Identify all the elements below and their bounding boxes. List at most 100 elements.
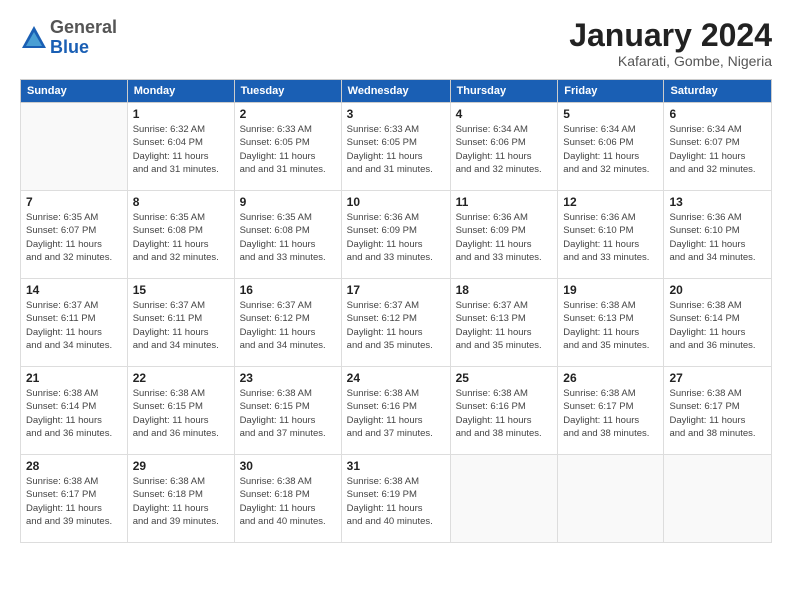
day-number: 30 (240, 459, 336, 473)
daylight-line2: and and 38 minutes. (563, 427, 658, 440)
sunrise: Sunrise: 6:38 AM (563, 387, 658, 400)
calendar-day-cell: 3Sunrise: 6:33 AMSunset: 6:05 PMDaylight… (341, 103, 450, 191)
sunrise: Sunrise: 6:38 AM (563, 299, 658, 312)
logo-line1: General (50, 18, 117, 38)
day-info: Sunrise: 6:36 AMSunset: 6:09 PMDaylight:… (347, 211, 445, 264)
calendar-day-cell: 6Sunrise: 6:34 AMSunset: 6:07 PMDaylight… (664, 103, 772, 191)
daylight-line1: Daylight: 11 hours (563, 326, 658, 339)
daylight-line2: and and 32 minutes. (26, 251, 122, 264)
sunrise: Sunrise: 6:36 AM (669, 211, 766, 224)
day-info: Sunrise: 6:37 AMSunset: 6:11 PMDaylight:… (133, 299, 229, 352)
day-info: Sunrise: 6:38 AMSunset: 6:17 PMDaylight:… (669, 387, 766, 440)
day-number: 5 (563, 107, 658, 121)
calendar-day-cell: 7Sunrise: 6:35 AMSunset: 6:07 PMDaylight… (21, 191, 128, 279)
calendar-day-cell (450, 455, 558, 543)
calendar-day-cell: 8Sunrise: 6:35 AMSunset: 6:08 PMDaylight… (127, 191, 234, 279)
daylight-line1: Daylight: 11 hours (133, 326, 229, 339)
sunset: Sunset: 6:18 PM (240, 488, 336, 501)
day-number: 16 (240, 283, 336, 297)
day-number: 25 (456, 371, 553, 385)
sunrise: Sunrise: 6:38 AM (669, 299, 766, 312)
weekday-header: Tuesday (234, 80, 341, 103)
calendar-week-row: 7Sunrise: 6:35 AMSunset: 6:07 PMDaylight… (21, 191, 772, 279)
day-number: 7 (26, 195, 122, 209)
day-info: Sunrise: 6:38 AMSunset: 6:15 PMDaylight:… (133, 387, 229, 440)
sunrise: Sunrise: 6:37 AM (240, 299, 336, 312)
calendar-table: SundayMondayTuesdayWednesdayThursdayFrid… (20, 79, 772, 543)
weekday-header: Thursday (450, 80, 558, 103)
daylight-line2: and and 33 minutes. (456, 251, 553, 264)
daylight-line1: Daylight: 11 hours (26, 238, 122, 251)
day-number: 26 (563, 371, 658, 385)
sunrise: Sunrise: 6:37 AM (133, 299, 229, 312)
sunset: Sunset: 6:06 PM (563, 136, 658, 149)
daylight-line1: Daylight: 11 hours (456, 238, 553, 251)
daylight-line1: Daylight: 11 hours (669, 414, 766, 427)
daylight-line2: and and 35 minutes. (563, 339, 658, 352)
day-info: Sunrise: 6:32 AMSunset: 6:04 PMDaylight:… (133, 123, 229, 176)
day-number: 20 (669, 283, 766, 297)
calendar-week-row: 21Sunrise: 6:38 AMSunset: 6:14 PMDayligh… (21, 367, 772, 455)
calendar-day-cell: 25Sunrise: 6:38 AMSunset: 6:16 PMDayligh… (450, 367, 558, 455)
calendar-day-cell: 20Sunrise: 6:38 AMSunset: 6:14 PMDayligh… (664, 279, 772, 367)
daylight-line1: Daylight: 11 hours (240, 414, 336, 427)
sunset: Sunset: 6:11 PM (133, 312, 229, 325)
weekday-header: Saturday (664, 80, 772, 103)
daylight-line2: and and 38 minutes. (669, 427, 766, 440)
weekday-header: Wednesday (341, 80, 450, 103)
daylight-line2: and and 39 minutes. (133, 515, 229, 528)
calendar-day-cell: 24Sunrise: 6:38 AMSunset: 6:16 PMDayligh… (341, 367, 450, 455)
day-info: Sunrise: 6:37 AMSunset: 6:12 PMDaylight:… (347, 299, 445, 352)
daylight-line1: Daylight: 11 hours (240, 150, 336, 163)
daylight-line1: Daylight: 11 hours (240, 326, 336, 339)
calendar-week-row: 14Sunrise: 6:37 AMSunset: 6:11 PMDayligh… (21, 279, 772, 367)
daylight-line1: Daylight: 11 hours (456, 150, 553, 163)
sunset: Sunset: 6:14 PM (669, 312, 766, 325)
calendar-day-cell: 21 Sunrise: 6:38 AMSunset: 6:14 PMDayligh… (21, 367, 128, 455)
daylight-line1: Daylight: 11 hours (133, 502, 229, 515)
sunrise: Sunrise: 6:37 AM (347, 299, 445, 312)
day-number: 21 (26, 371, 122, 385)
day-number: 29 (133, 459, 229, 473)
daylight-line2: and and 35 minutes. (456, 339, 553, 352)
calendar-day-cell: 12Sunrise: 6:36 AMSunset: 6:10 PMDayligh… (558, 191, 664, 279)
daylight-line2: and and 32 minutes. (133, 251, 229, 264)
sunrise: Sunrise: 6:35 AM (26, 211, 122, 224)
location: Kafarati, Gombe, Nigeria (569, 53, 772, 69)
sunset: Sunset: 6:12 PM (240, 312, 336, 325)
daylight-line2: and and 31 minutes. (133, 163, 229, 176)
sunset: Sunset: 6:10 PM (669, 224, 766, 237)
daylight-line1: Daylight: 11 hours (563, 414, 658, 427)
daylight-line1: Daylight: 11 hours (563, 238, 658, 251)
sunrise: Sunrise: 6:38 AM (133, 387, 229, 400)
calendar-day-cell: 14Sunrise: 6:37 AMSunset: 6:11 PMDayligh… (21, 279, 128, 367)
sunset: Sunset: 6:05 PM (347, 136, 445, 149)
sunrise: Sunrise: 6:34 AM (669, 123, 766, 136)
sunset: Sunset: 6:14 PM (26, 400, 122, 413)
sunset: Sunset: 6:13 PM (456, 312, 553, 325)
day-info: Sunrise: 6:38 AMSunset: 6:13 PMDaylight:… (563, 299, 658, 352)
day-number: 17 (347, 283, 445, 297)
calendar-day-cell: 15Sunrise: 6:37 AMSunset: 6:11 PMDayligh… (127, 279, 234, 367)
sunrise: Sunrise: 6:36 AM (456, 211, 553, 224)
sunrise: Sunrise: 6:38 AM (133, 475, 229, 488)
daylight-line1: Daylight: 11 hours (133, 238, 229, 251)
sunset: Sunset: 6:09 PM (456, 224, 553, 237)
day-info: Sunrise: 6:38 AMSunset: 6:14 PMDaylight:… (26, 387, 122, 440)
sunset: Sunset: 6:06 PM (456, 136, 553, 149)
day-info: Sunrise: 6:38 AMSunset: 6:18 PMDaylight:… (133, 475, 229, 528)
daylight-line2: and and 34 minutes. (26, 339, 122, 352)
day-info: Sunrise: 6:33 AMSunset: 6:05 PMDaylight:… (240, 123, 336, 176)
day-info: Sunrise: 6:37 AMSunset: 6:11 PMDaylight:… (26, 299, 122, 352)
day-info: Sunrise: 6:38 AMSunset: 6:16 PMDaylight:… (347, 387, 445, 440)
sunset: Sunset: 6:04 PM (133, 136, 229, 149)
daylight-line2: and and 34 minutes. (240, 339, 336, 352)
daylight-line2: and and 36 minutes. (133, 427, 229, 440)
day-number: 2 (240, 107, 336, 121)
sunrise: Sunrise: 6:32 AM (133, 123, 229, 136)
day-info: Sunrise: 6:38 AMSunset: 6:15 PMDaylight:… (240, 387, 336, 440)
calendar-week-row: 1Sunrise: 6:32 AMSunset: 6:04 PMDaylight… (21, 103, 772, 191)
calendar-day-cell: 27Sunrise: 6:38 AMSunset: 6:17 PMDayligh… (664, 367, 772, 455)
sunset: Sunset: 6:05 PM (240, 136, 336, 149)
logo: General Blue (20, 18, 117, 58)
